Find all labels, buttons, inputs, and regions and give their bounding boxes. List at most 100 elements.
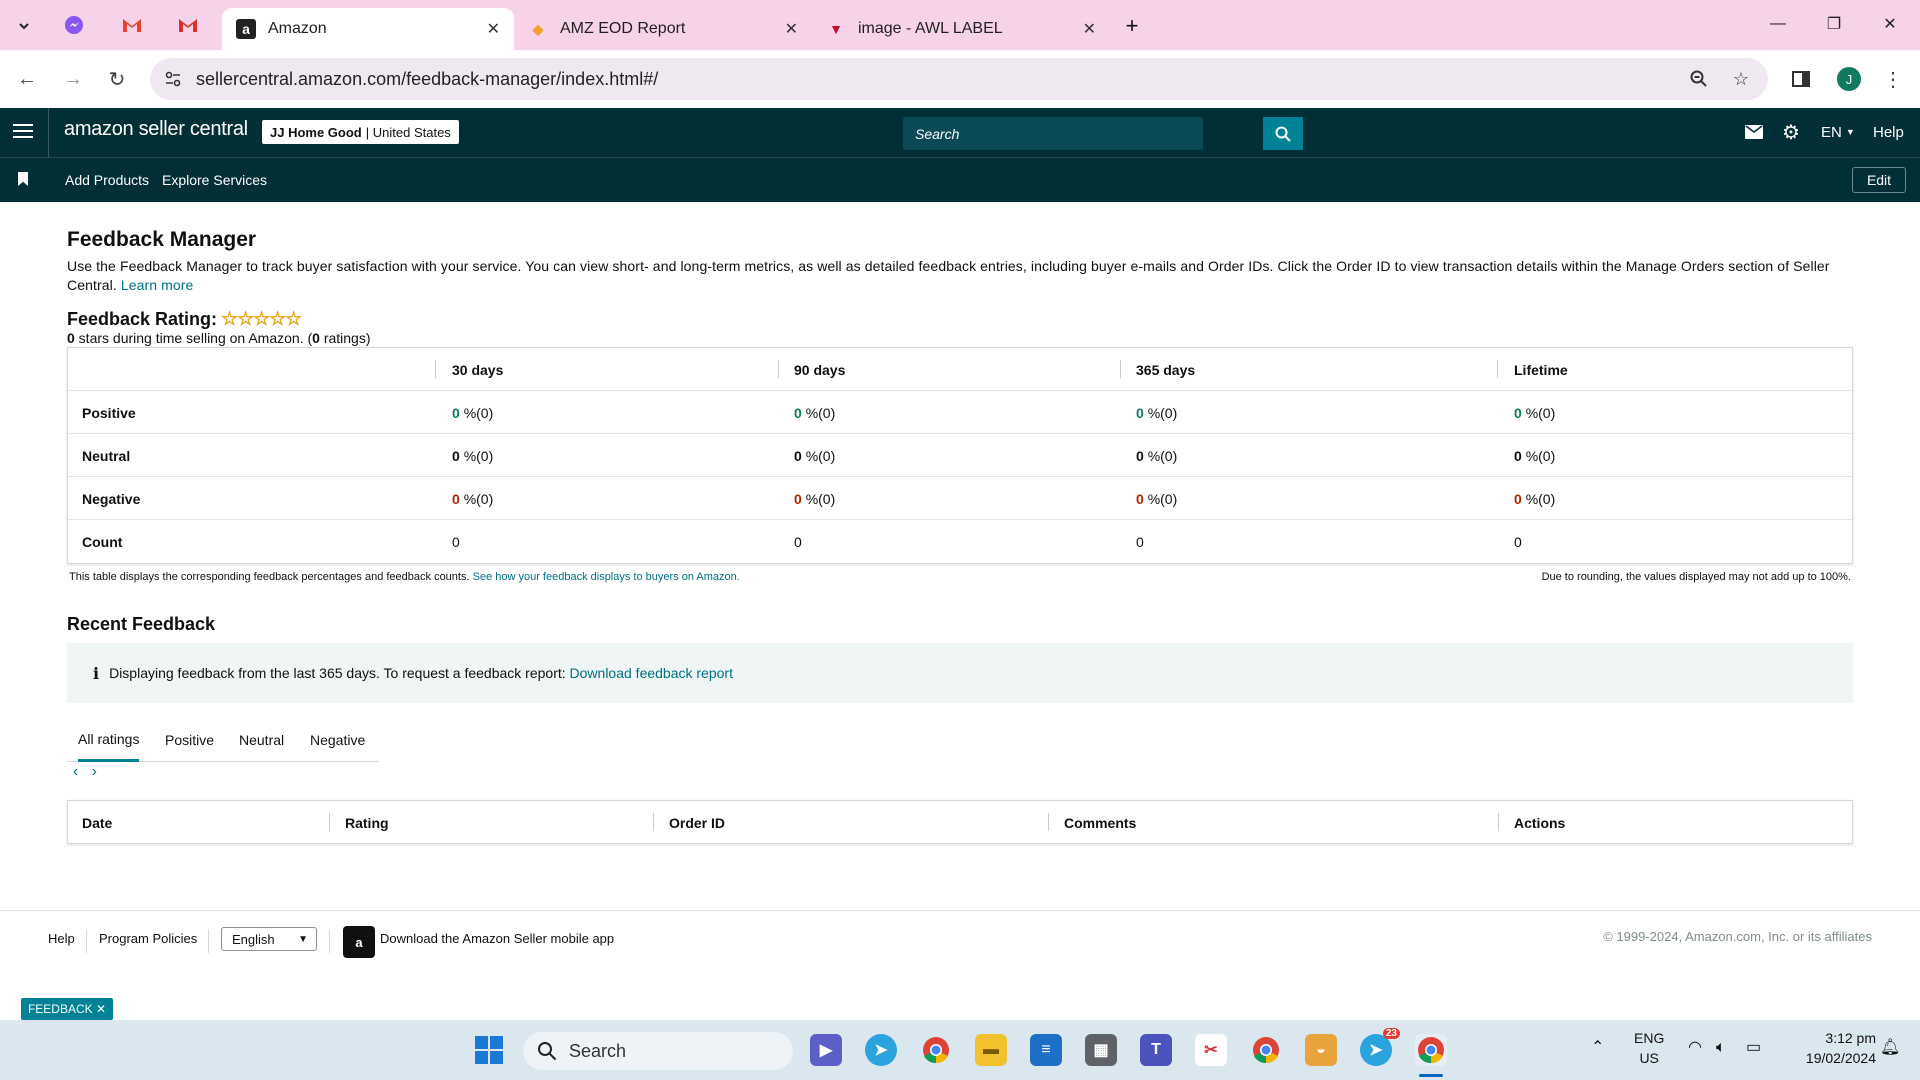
table-cell: 0 %(0) [452, 447, 494, 464]
table-cell: 0 %(0) [1136, 490, 1178, 507]
pinned-tab-gmail-1[interactable] [112, 10, 152, 40]
close-icon[interactable]: ✕ [487, 19, 500, 39]
rating-text: stars during time selling on Amazon. ( [74, 330, 313, 346]
teams-icon[interactable]: T [1140, 1034, 1172, 1066]
close-icon[interactable]: ✕ [1083, 19, 1096, 39]
windows-taskbar: Search ▶ ➤ ▬ ≡ ▦ T ✂ ◒ ➤ 23 ⌃ ENG US ◠ 🔈︎… [0, 1020, 1920, 1080]
table-cell: 0 %(0) [1136, 404, 1178, 421]
feedback-tag-button[interactable]: FEEDBACK ✕ [21, 998, 113, 1020]
description-text: Use the Feedback Manager to track buyer … [67, 258, 1830, 293]
edit-bookmarks-button[interactable]: Edit [1852, 167, 1906, 193]
page-description: Use the Feedback Manager to track buyer … [67, 257, 1857, 295]
wifi-icon[interactable]: ◠ [1688, 1038, 1702, 1058]
clock[interactable]: 3:12 pm 19/02/2024 [1786, 1028, 1876, 1068]
chevron-left-icon[interactable]: ‹ [73, 763, 78, 780]
new-tab-button[interactable]: + [1118, 12, 1146, 40]
file-explorer-icon[interactable]: ▬ [975, 1034, 1007, 1066]
forward-button[interactable]: → [58, 64, 88, 94]
volume-icon[interactable]: 🔈︎ [1716, 1038, 1726, 1058]
star-rating-icon: ☆☆☆☆☆ [221, 309, 302, 330]
taskbar-search[interactable]: Search [523, 1032, 793, 1070]
column-header: Actions [1514, 814, 1566, 831]
battery-icon[interactable]: ▭ [1746, 1038, 1761, 1058]
more-vert-icon: ⋮ [1883, 68, 1903, 91]
browser-menu-button[interactable]: ⋮ [1878, 64, 1908, 94]
feedback-display-link[interactable]: See how your feedback displays to buyers… [473, 571, 740, 583]
help-link[interactable]: Help [1873, 120, 1904, 144]
download-app-link[interactable]: Download the Amazon Seller mobile app [380, 931, 614, 946]
pinned-tab-gmail-2[interactable] [168, 10, 208, 40]
tab-positive[interactable]: Positive [165, 718, 214, 762]
recent-feedback-table: Date Rating Order ID Comments Actions [67, 800, 1853, 844]
reload-button[interactable]: ↻ [102, 64, 132, 94]
profile-avatar[interactable]: J [1834, 64, 1864, 94]
url-field[interactable]: sellercentral.amazon.com/feedback-manage… [150, 58, 1768, 100]
minimize-button[interactable]: — [1750, 0, 1806, 48]
notification-bell-icon[interactable]: 🔔︎ [1880, 1038, 1900, 1058]
side-panel-button[interactable] [1786, 64, 1816, 94]
seller-central-logo[interactable]: amazon seller central [64, 118, 248, 141]
note-text: This table displays the corresponding fe… [69, 571, 470, 583]
snipping-tool-icon[interactable]: ✂ [1195, 1034, 1227, 1066]
nav-explore-services[interactable]: Explore Services [162, 172, 267, 188]
telegram-icon[interactable]: ➤ 23 [1360, 1028, 1400, 1066]
tab-amazon[interactable]: a Amazon ✕ [222, 8, 514, 50]
hamburger-menu-button[interactable] [10, 120, 36, 144]
tab-search-dropdown[interactable] [10, 12, 38, 40]
bag-app-icon[interactable]: ◒ [1305, 1034, 1337, 1066]
calculator-icon[interactable]: ▦ [1085, 1034, 1117, 1066]
tab-title: Amazon [268, 20, 327, 37]
header-search-input[interactable]: Search [903, 117, 1203, 150]
footer-language-select[interactable]: English ▼ [221, 927, 317, 951]
program-policies-link[interactable]: Program Policies [99, 931, 197, 946]
tab-amz-eod-report[interactable]: ◆ AMZ EOD Report ✕ [514, 8, 812, 50]
chrome-icon[interactable] [920, 1034, 952, 1066]
table-cell: 0 %(0) [794, 490, 836, 507]
column-header: 365 days [1136, 361, 1196, 378]
messages-button[interactable] [1745, 120, 1763, 144]
download-feedback-report-link[interactable]: Download feedback report [570, 665, 733, 681]
info-alert: i Displaying feedback from the last 365 … [67, 643, 1853, 703]
bookmark-icon[interactable] [18, 172, 28, 186]
chrome-active-icon[interactable] [1415, 1034, 1447, 1066]
telegram-icon[interactable]: ➤ [865, 1034, 897, 1066]
divider [48, 108, 49, 157]
windows-start-button[interactable] [473, 1034, 505, 1066]
language-dropdown[interactable]: EN ▼ [1821, 120, 1855, 144]
meet-icon[interactable]: ▶ [810, 1034, 842, 1066]
selected-language: English [232, 931, 275, 947]
row-label: Count [82, 533, 123, 550]
store-switcher[interactable]: JJ Home Good | United States [262, 120, 459, 144]
chrome-profile-icon[interactable] [1250, 1034, 1282, 1066]
settings-button[interactable]: ⚙ [1782, 120, 1800, 144]
taskbar-search-label: Search [569, 1040, 627, 1061]
tab-image-awl-label[interactable]: ▼ image - AWL LABEL ✕ [812, 8, 1110, 50]
amazon-app-icon[interactable]: a [343, 926, 375, 958]
caret-down-icon: ▼ [298, 933, 308, 945]
tab-all-ratings[interactable]: All ratings [78, 718, 140, 762]
pinned-tab-messenger[interactable] [54, 10, 94, 40]
header-search-button[interactable] [1263, 117, 1303, 150]
close-window-button[interactable]: ✕ [1862, 0, 1918, 48]
bookmark-star-icon[interactable]: ☆ [1730, 68, 1752, 90]
close-icon[interactable]: ✕ [785, 19, 798, 39]
tab-negative[interactable]: Negative [310, 718, 365, 762]
notepad-icon[interactable]: ≡ [1030, 1034, 1062, 1066]
rating-count: 0 [312, 330, 320, 346]
footer-help-link[interactable]: Help [48, 931, 75, 946]
close-icon[interactable]: ✕ [96, 1002, 106, 1016]
back-button[interactable]: ← [12, 64, 42, 94]
zoom-icon[interactable] [1688, 68, 1710, 90]
learn-more-link[interactable]: Learn more [121, 277, 194, 293]
table-row-neutral: Neutral 0 %(0) 0 %(0) 0 %(0) 0 %(0) [68, 434, 1852, 477]
restore-button[interactable]: ❐ [1806, 0, 1862, 48]
side-panel-icon [1792, 71, 1810, 87]
row-label: Positive [82, 404, 136, 421]
nav-add-products[interactable]: Add Products [65, 172, 149, 188]
rating-title: Feedback Rating: [67, 309, 218, 329]
tab-neutral[interactable]: Neutral [239, 718, 284, 762]
chevron-up-icon[interactable]: ⌃ [1591, 1038, 1604, 1058]
chevron-right-icon[interactable]: › [92, 763, 97, 780]
chevron-down-icon [19, 23, 29, 30]
input-language[interactable]: ENG US [1634, 1028, 1664, 1068]
